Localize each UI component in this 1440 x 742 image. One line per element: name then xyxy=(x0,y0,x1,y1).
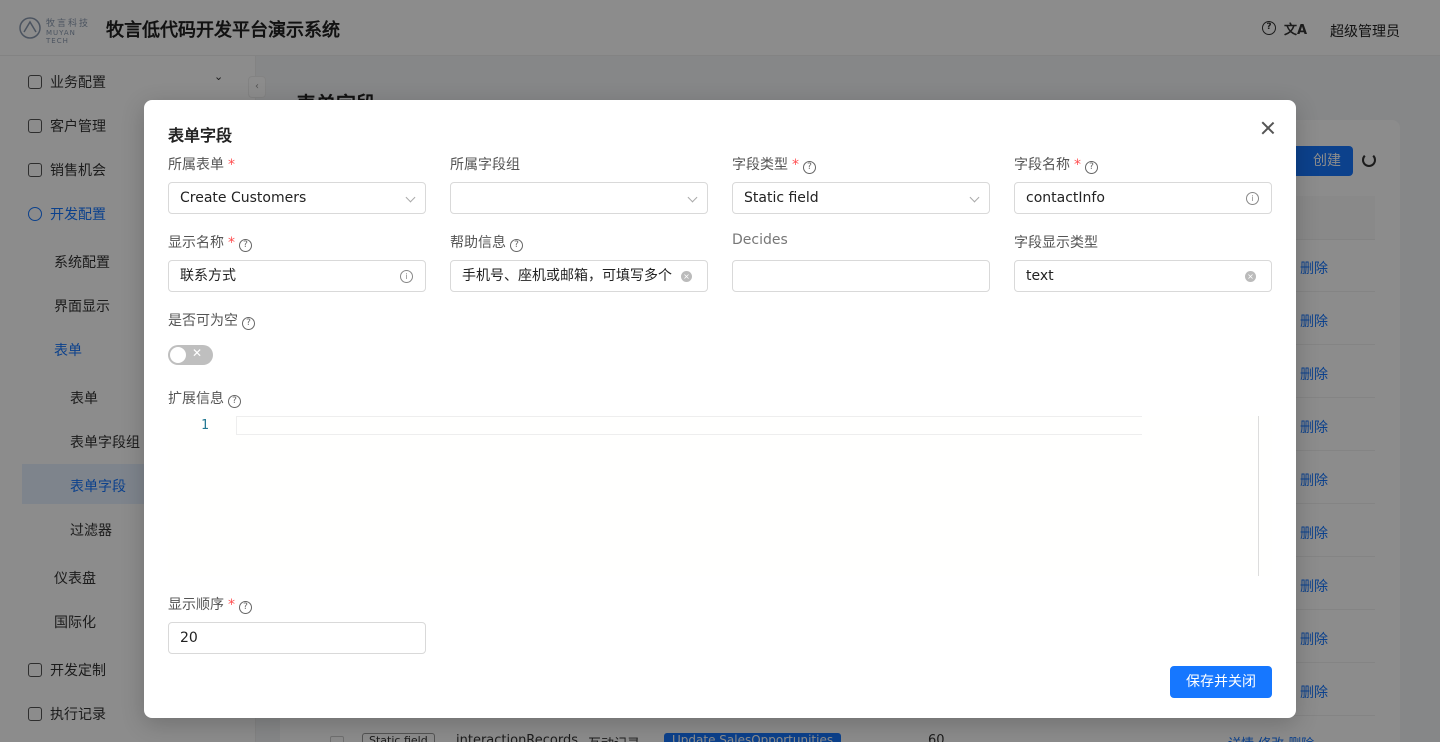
display-type-select[interactable]: text × xyxy=(1014,260,1272,292)
display-type-label: 字段显示类型 xyxy=(1014,235,1098,251)
chevron-down-icon xyxy=(687,192,698,203)
question-circle-icon[interactable]: ? xyxy=(1085,161,1098,174)
editor-scrollbar[interactable] xyxy=(1258,416,1272,576)
type-select[interactable]: Static field xyxy=(732,182,990,214)
decides-label: Decides xyxy=(732,232,788,248)
name-input-value: contactInfo xyxy=(1026,190,1105,206)
name-label-text: 字段名称 xyxy=(1014,157,1070,173)
nullable-label-text: 是否可为空 xyxy=(168,313,238,329)
line-number: 1 xyxy=(201,418,209,433)
help-input[interactable]: 手机号、座机或邮箱，可填写多个 × xyxy=(450,260,708,292)
display-name-input[interactable]: 联系方式 i xyxy=(168,260,426,292)
type-label: 字段类型 *? xyxy=(732,154,816,174)
question-circle-icon[interactable]: ? xyxy=(242,317,255,330)
form-select[interactable]: Create Customers xyxy=(168,182,426,214)
info-circle-icon: i xyxy=(400,270,413,283)
form-label-text: 所属表单 xyxy=(168,157,224,173)
question-circle-icon[interactable]: ? xyxy=(239,239,252,252)
display-name-value: 联系方式 xyxy=(180,268,236,284)
group-label: 所属字段组 xyxy=(450,157,520,173)
close-icon: ✕ xyxy=(192,346,203,360)
close-icon[interactable] xyxy=(1258,118,1278,138)
form-field-modal: 表单字段 所属表单 * Create Customers 所属字段组 字段类型 *?… xyxy=(144,100,1296,718)
order-label-text: 显示顺序 xyxy=(168,597,224,613)
nullable-switch[interactable]: ✕ xyxy=(168,345,213,365)
decides-input[interactable] xyxy=(732,260,990,292)
question-circle-icon[interactable]: ? xyxy=(510,239,523,252)
name-input[interactable]: contactInfo i xyxy=(1014,182,1272,214)
required-mark: * xyxy=(228,235,235,251)
chevron-down-icon xyxy=(969,192,980,203)
display-type-value: text xyxy=(1026,268,1054,284)
current-line-highlight xyxy=(236,416,1142,435)
question-circle-icon[interactable]: ? xyxy=(239,601,252,614)
required-mark: * xyxy=(792,157,799,173)
required-mark: * xyxy=(228,597,235,613)
modal-title: 表单字段 xyxy=(168,126,233,145)
form-label: 所属表单 * xyxy=(168,154,235,174)
type-select-value: Static field xyxy=(744,190,819,206)
display-name-label: 显示名称 *? xyxy=(168,232,252,252)
name-label: 字段名称 *? xyxy=(1014,154,1098,174)
chevron-down-icon xyxy=(405,192,416,203)
clear-icon[interactable]: × xyxy=(1245,271,1256,282)
switch-knob xyxy=(170,347,186,363)
required-mark: * xyxy=(1074,157,1081,173)
ext-label-text: 扩展信息 xyxy=(168,391,224,407)
ext-label: 扩展信息? xyxy=(168,388,241,408)
order-input[interactable]: 20 xyxy=(168,622,426,654)
help-label-text: 帮助信息 xyxy=(450,235,506,251)
nullable-label: 是否可为空? xyxy=(168,310,255,330)
clear-icon[interactable]: × xyxy=(681,271,692,282)
type-label-text: 字段类型 xyxy=(732,157,788,173)
info-circle-icon: i xyxy=(1246,192,1259,205)
code-editor[interactable]: 1 xyxy=(168,416,1272,576)
help-input-value: 手机号、座机或邮箱，可填写多个 xyxy=(462,268,672,284)
order-label: 显示顺序 *? xyxy=(168,594,252,614)
group-select[interactable] xyxy=(450,182,708,214)
help-label: 帮助信息? xyxy=(450,232,523,252)
save-and-close-button[interactable]: 保存并关闭 xyxy=(1170,666,1272,698)
form-select-value: Create Customers xyxy=(180,190,307,206)
question-circle-icon[interactable]: ? xyxy=(228,395,241,408)
display-name-label-text: 显示名称 xyxy=(168,235,224,251)
required-mark: * xyxy=(228,157,235,173)
question-circle-icon[interactable]: ? xyxy=(803,161,816,174)
